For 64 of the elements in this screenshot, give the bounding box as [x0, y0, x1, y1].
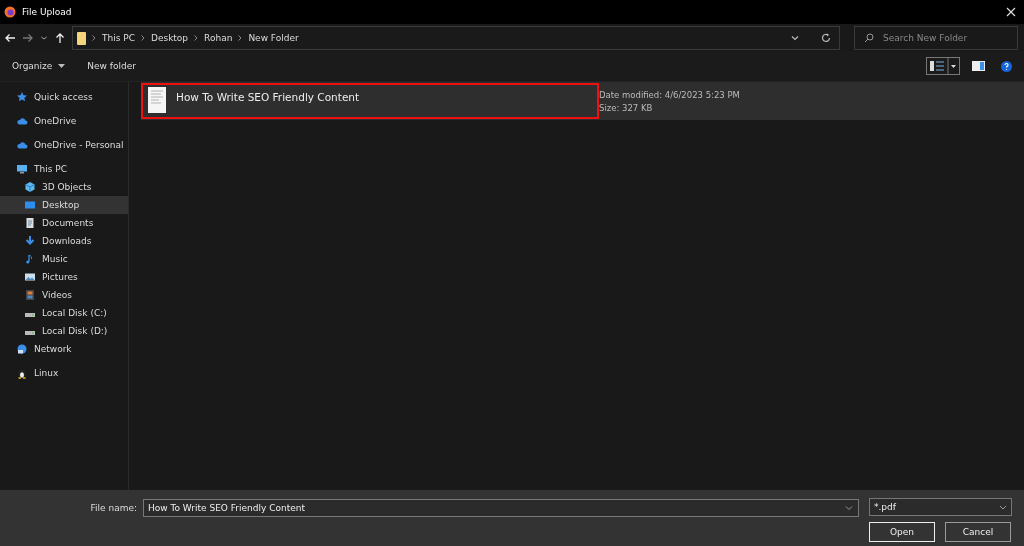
sidebar-item[interactable]: Local Disk (D:): [0, 322, 128, 340]
sidebar-item[interactable]: Downloads: [0, 232, 128, 250]
chevron-right-icon: [238, 35, 243, 41]
help-icon[interactable]: [1001, 60, 1012, 72]
pictures-icon: [24, 271, 36, 283]
cloud-icon: [16, 115, 28, 127]
penguin-icon: [16, 367, 28, 379]
forward-arrow-icon[interactable]: [22, 32, 34, 44]
file-name: How To Write SEO Friendly Content: [176, 91, 360, 103]
star-icon: [16, 91, 28, 103]
file-type-dropdown[interactable]: *.pdf: [869, 498, 1012, 516]
chevron-down-icon: [999, 504, 1007, 510]
search-field[interactable]: Search New Folder: [854, 26, 1018, 50]
sidebar-item[interactable]: Pictures: [0, 268, 128, 286]
breadcrumb[interactable]: New Folder: [248, 33, 299, 43]
view-options-icon[interactable]: [926, 57, 960, 75]
computer-icon: [16, 163, 28, 175]
chevron-down-icon[interactable]: [791, 35, 799, 41]
chevron-right-icon: [194, 35, 199, 41]
refresh-icon[interactable]: [821, 33, 831, 43]
cube-icon: [24, 181, 36, 193]
organize-menu[interactable]: Organize: [12, 61, 66, 71]
window-title: File Upload: [22, 7, 73, 17]
chevron-right-icon: [140, 35, 145, 41]
file-row[interactable]: How To Write SEO Friendly Content Date modified: 4/6/2023 5:23 PM Size: 327 KB: [141, 82, 1024, 120]
back-arrow-icon[interactable]: [4, 32, 16, 44]
film-icon: [24, 289, 36, 301]
address-bar[interactable]: This PC Desktop Rohan New Folder: [72, 26, 840, 50]
browser-logo-icon: [4, 6, 16, 18]
sidebar-item[interactable]: This PC: [0, 160, 128, 178]
up-arrow-icon[interactable]: [54, 32, 66, 44]
file-size: Size: 327 KB: [599, 102, 654, 113]
sidebar-item[interactable]: Videos: [0, 286, 128, 304]
breadcrumb[interactable]: Rohan: [204, 33, 233, 43]
preview-pane-icon[interactable]: [972, 61, 985, 71]
close-icon[interactable]: [1006, 7, 1016, 17]
sidebar-item[interactable]: Quick access: [0, 88, 128, 106]
cancel-button[interactable]: Cancel: [945, 522, 1011, 542]
chevron-right-icon: [92, 35, 96, 41]
download-icon: [24, 235, 36, 247]
network-icon: [16, 343, 28, 355]
open-button[interactable]: Open: [869, 522, 935, 542]
cloud-icon: [16, 139, 28, 151]
sidebar-item[interactable]: Music: [0, 250, 128, 268]
document-icon: [24, 217, 36, 229]
sidebar-item[interactable]: Local Disk (C:): [0, 304, 128, 322]
caret-icon: [58, 64, 66, 68]
breadcrumb[interactable]: This PC: [102, 33, 135, 43]
sidebar-item[interactable]: Documents: [0, 214, 128, 232]
sidebar-item[interactable]: Linux: [0, 364, 128, 382]
document-thumbnail-icon: [148, 87, 166, 113]
sidebar-item[interactable]: OneDrive: [0, 112, 128, 130]
sidebar-item[interactable]: OneDrive - Personal: [0, 136, 128, 154]
file-name-field[interactable]: How To Write SEO Friendly Content: [143, 499, 859, 517]
sidebar-item[interactable]: Network: [0, 340, 128, 358]
desktop-icon: [24, 199, 36, 211]
file-name-label: File name:: [90, 503, 137, 513]
search-icon: [864, 33, 874, 43]
folder-icon: [77, 31, 86, 45]
breadcrumb[interactable]: Desktop: [150, 33, 189, 43]
sidebar-item[interactable]: Desktop: [0, 196, 128, 214]
date-modified: Date modified: 4/6/2023 5:23 PM: [599, 89, 740, 100]
new-folder-button[interactable]: New folder: [87, 61, 136, 71]
sidebar-item[interactable]: 3D Objects: [0, 178, 128, 196]
